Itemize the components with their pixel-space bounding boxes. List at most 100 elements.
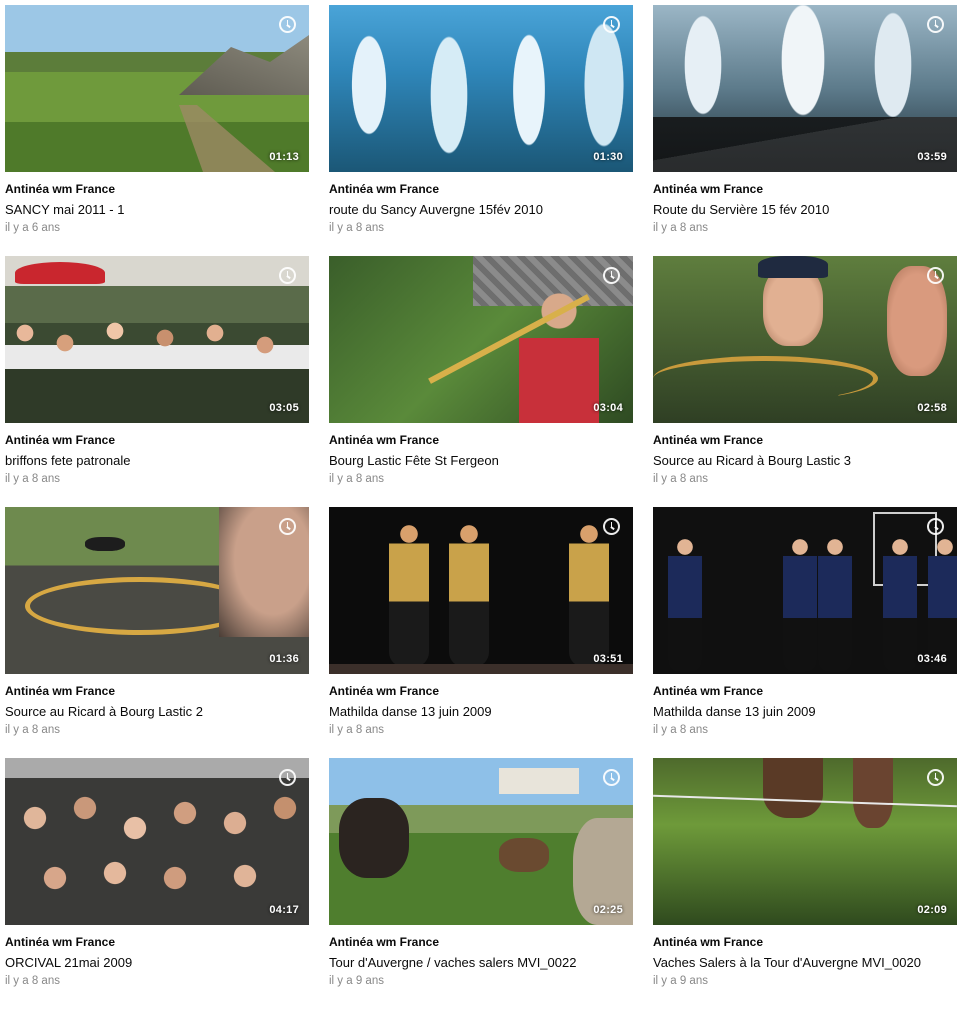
clock-icon[interactable] <box>927 769 944 786</box>
video-duration: 04:17 <box>269 904 299 916</box>
clock-icon[interactable] <box>603 769 620 786</box>
video-owner[interactable]: Antinéa wm France <box>329 683 633 699</box>
video-title[interactable]: Mathilda danse 13 juin 2009 <box>329 704 633 720</box>
video-title[interactable]: Source au Ricard à Bourg Lastic 3 <box>653 453 957 469</box>
video-card[interactable]: 02:25 Antinéa wm France Tour d'Auvergne … <box>329 758 633 1009</box>
video-owner[interactable]: Antinéa wm France <box>653 432 957 448</box>
scene-rock <box>179 35 309 95</box>
video-title[interactable]: Route du Servière 15 fév 2010 <box>653 202 957 218</box>
video-title[interactable]: SANCY mai 2011 - 1 <box>5 202 309 218</box>
video-owner[interactable]: Antinéa wm France <box>5 934 309 950</box>
video-title[interactable]: Tour d'Auvergne / vaches salers MVI_0022 <box>329 955 633 971</box>
video-card[interactable]: 04:17 Antinéa wm France ORCIVAL 21mai 20… <box>5 758 309 1009</box>
video-title[interactable]: route du Sancy Auvergne 15fév 2010 <box>329 202 633 218</box>
video-title[interactable]: Source au Ricard à Bourg Lastic 2 <box>5 704 309 720</box>
scene-dancer <box>389 522 429 667</box>
clock-icon[interactable] <box>603 16 620 33</box>
video-thumbnail[interactable]: 03:59 <box>653 5 957 172</box>
video-age: il y a 8 ans <box>5 975 60 987</box>
video-duration: 02:09 <box>917 904 947 916</box>
scene-dancer <box>449 522 489 667</box>
scene-umbrella <box>15 262 105 284</box>
video-thumbnail[interactable]: 04:17 <box>5 758 309 925</box>
clock-icon[interactable] <box>927 518 944 535</box>
video-duration: 03:46 <box>917 653 947 665</box>
video-owner[interactable]: Antinéa wm France <box>653 934 957 950</box>
video-duration: 03:59 <box>917 151 947 163</box>
video-card[interactable]: 02:09 Antinéa wm France Vaches Salers à … <box>653 758 957 1009</box>
video-owner[interactable]: Antinéa wm France <box>329 934 633 950</box>
video-duration: 03:05 <box>269 402 299 414</box>
scene-dancer <box>928 537 957 672</box>
clock-icon[interactable] <box>279 16 296 33</box>
scene-cap <box>85 537 125 551</box>
video-owner[interactable]: Antinéa wm France <box>653 181 957 197</box>
scene-stage-floor <box>329 664 633 674</box>
video-grid: 01:13 Antinéa wm France SANCY mai 2011 -… <box>5 5 957 1009</box>
video-card[interactable]: 01:13 Antinéa wm France SANCY mai 2011 -… <box>5 5 309 256</box>
clock-icon[interactable] <box>927 267 944 284</box>
clock-icon[interactable] <box>927 16 944 33</box>
video-age: il y a 8 ans <box>329 222 384 234</box>
scene-dancer <box>883 537 917 672</box>
clock-icon[interactable] <box>279 769 296 786</box>
scene-dancer <box>668 537 702 672</box>
video-thumbnail[interactable]: 01:13 <box>5 5 309 172</box>
video-duration: 01:13 <box>269 151 299 163</box>
clock-icon[interactable] <box>603 518 620 535</box>
scene-dashboard <box>653 117 957 172</box>
video-thumbnail[interactable]: 01:30 <box>329 5 633 172</box>
video-thumbnail[interactable]: 03:05 <box>5 256 309 423</box>
video-duration: 03:51 <box>593 653 623 665</box>
clock-icon[interactable] <box>279 518 296 535</box>
scene-crowd <box>5 758 309 925</box>
video-age: il y a 8 ans <box>5 473 60 485</box>
video-age: il y a 8 ans <box>653 222 708 234</box>
scene-crowd <box>5 303 309 423</box>
scene-path <box>179 105 275 172</box>
video-card[interactable]: 03:04 Antinéa wm France Bourg Lastic Fêt… <box>329 256 633 507</box>
video-card[interactable]: 03:05 Antinéa wm France briffons fete pa… <box>5 256 309 507</box>
video-card[interactable]: 03:46 Antinéa wm France Mathilda danse 1… <box>653 507 957 758</box>
video-duration: 01:36 <box>269 653 299 665</box>
video-owner[interactable]: Antinéa wm France <box>653 683 957 699</box>
video-duration: 01:30 <box>593 151 623 163</box>
video-age: il y a 6 ans <box>5 222 60 234</box>
video-title[interactable]: Mathilda danse 13 juin 2009 <box>653 704 957 720</box>
video-duration: 02:58 <box>917 402 947 414</box>
video-duration: 02:25 <box>593 904 623 916</box>
video-title[interactable]: Vaches Salers à la Tour d'Auvergne MVI_0… <box>653 955 957 971</box>
scene-dancer <box>783 537 817 672</box>
video-thumbnail[interactable]: 02:25 <box>329 758 633 925</box>
video-thumbnail[interactable]: 01:36 <box>5 507 309 674</box>
video-owner[interactable]: Antinéa wm France <box>5 181 309 197</box>
video-owner[interactable]: Antinéa wm France <box>5 432 309 448</box>
video-thumbnail[interactable]: 02:09 <box>653 758 957 925</box>
video-thumbnail[interactable]: 03:51 <box>329 507 633 674</box>
clock-icon[interactable] <box>279 267 296 284</box>
video-age: il y a 9 ans <box>653 975 708 987</box>
video-age: il y a 8 ans <box>653 724 708 736</box>
video-title[interactable]: briffons fete patronale <box>5 453 309 469</box>
video-card[interactable]: 01:30 Antinéa wm France route du Sancy A… <box>329 5 633 256</box>
scene-cow <box>339 798 409 878</box>
video-card[interactable]: 01:36 Antinéa wm France Source au Ricard… <box>5 507 309 758</box>
video-title[interactable]: Bourg Lastic Fête St Fergeon <box>329 453 633 469</box>
scene-dancer <box>818 537 852 672</box>
video-owner[interactable]: Antinéa wm France <box>329 432 633 448</box>
scene-trees <box>329 5 633 172</box>
video-card[interactable]: 03:59 Antinéa wm France Route du Servièr… <box>653 5 957 256</box>
video-age: il y a 9 ans <box>329 975 384 987</box>
video-thumbnail[interactable]: 02:58 <box>653 256 957 423</box>
video-title[interactable]: ORCIVAL 21mai 2009 <box>5 955 309 971</box>
video-owner[interactable]: Antinéa wm France <box>329 181 633 197</box>
scene-bugle <box>653 356 878 401</box>
video-thumbnail[interactable]: 03:04 <box>329 256 633 423</box>
clock-icon[interactable] <box>603 267 620 284</box>
video-card[interactable]: 03:51 Antinéa wm France Mathilda danse 1… <box>329 507 633 758</box>
video-age: il y a 8 ans <box>5 724 60 736</box>
video-owner[interactable]: Antinéa wm France <box>5 683 309 699</box>
video-card[interactable]: 02:58 Antinéa wm France Source au Ricard… <box>653 256 957 507</box>
scene-cap <box>758 256 828 278</box>
video-thumbnail[interactable]: 03:46 <box>653 507 957 674</box>
